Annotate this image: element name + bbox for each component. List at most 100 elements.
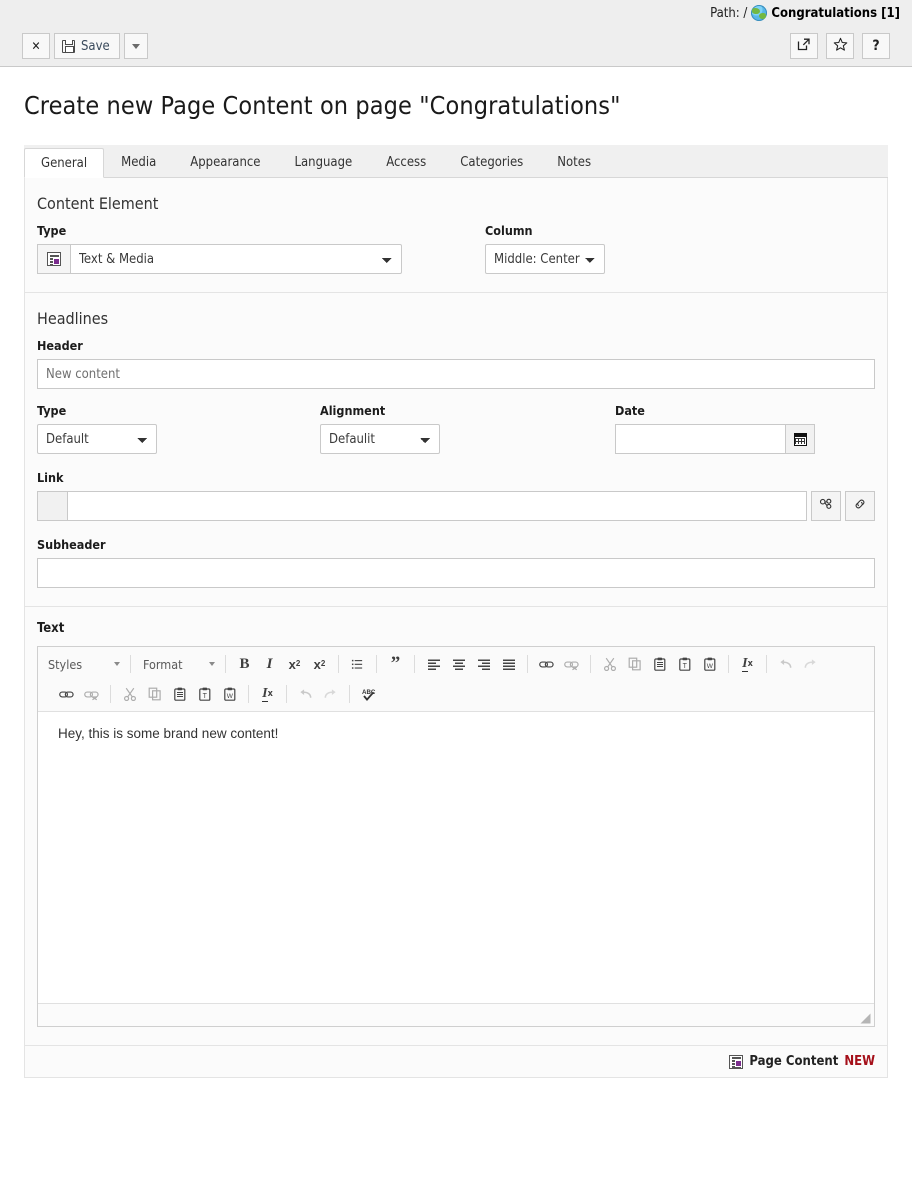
tab-categories-label: Categories: [460, 155, 524, 170]
redo-icon[interactable]: [318, 682, 343, 706]
link-icon[interactable]: [534, 652, 559, 676]
styles-dropdown-label: Styles: [48, 656, 83, 672]
breadcrumb-page: Congratulations [1]: [771, 5, 900, 21]
cut-icon[interactable]: [597, 652, 622, 676]
date-input[interactable]: [615, 424, 785, 454]
headline-type-label: Type: [37, 403, 67, 418]
date-picker-button[interactable]: [785, 424, 815, 454]
toolbar-separator: [338, 655, 339, 673]
tab-media[interactable]: Media: [104, 147, 173, 177]
page-content-icon: [729, 1054, 744, 1069]
column-label: Column: [485, 223, 533, 238]
rte-toolbar-row-2: T W Ix ABC: [42, 679, 870, 709]
tab-general[interactable]: General: [24, 148, 105, 178]
copy-icon[interactable]: [142, 682, 167, 706]
svg-text:T: T: [682, 663, 687, 670]
link-input[interactable]: [67, 491, 807, 521]
text-label: Text: [37, 621, 65, 636]
align-center-icon[interactable]: [446, 652, 471, 676]
headline-type-select[interactable]: Default: [37, 424, 157, 454]
redo-icon[interactable]: [798, 652, 823, 676]
resize-grip-icon[interactable]: [860, 1013, 871, 1024]
toolbar-separator: [130, 655, 131, 673]
bookmark-button[interactable]: [826, 33, 854, 59]
unlink-icon[interactable]: [79, 682, 104, 706]
open-in-new-button[interactable]: [790, 33, 818, 59]
rte-content-area[interactable]: Hey, this is some brand new content!: [38, 712, 874, 1004]
svg-text:ABC: ABC: [362, 689, 376, 696]
italic-icon[interactable]: I: [257, 652, 282, 676]
floppy-disk-icon: [62, 39, 75, 53]
content-type-select[interactable]: Text & Media: [70, 244, 402, 274]
spellcheck-icon[interactable]: ABC: [356, 682, 381, 706]
text-media-icon: [47, 252, 61, 266]
save-button-label: Save: [81, 38, 110, 54]
copy-icon[interactable]: [622, 652, 647, 676]
type-label: Type: [37, 223, 67, 238]
help-button[interactable]: ?: [862, 33, 890, 59]
header-label: Header: [37, 338, 83, 353]
bulleted-list-icon[interactable]: [345, 652, 370, 676]
link-wizard-button[interactable]: [845, 491, 875, 521]
link-icon[interactable]: [54, 682, 79, 706]
headline-date-group: Date: [615, 403, 815, 454]
undo-icon[interactable]: [773, 652, 798, 676]
tab-access-label: Access: [386, 155, 427, 170]
styles-dropdown[interactable]: Styles: [42, 653, 124, 675]
link-prefix-box: [37, 491, 67, 521]
superscript-icon[interactable]: x2: [307, 652, 332, 676]
record-type-label: Page Content: [749, 1054, 839, 1069]
header-input[interactable]: [37, 359, 875, 389]
date-field-group: [615, 424, 815, 454]
bold-icon[interactable]: B: [232, 652, 257, 676]
save-button[interactable]: Save: [54, 33, 120, 59]
save-dropdown-button[interactable]: [123, 33, 148, 59]
rte-toolbar-row-1: Styles Format B I x2 x2 ” T W I x: [42, 649, 870, 679]
svg-text:T: T: [202, 693, 207, 700]
remove-format-icon[interactable]: Ix: [255, 682, 280, 706]
tab-bar: General Media Appearance Language Access…: [24, 145, 888, 178]
tab-access[interactable]: Access: [369, 147, 443, 177]
paste-icon[interactable]: [647, 652, 672, 676]
caret-down-icon: [131, 43, 140, 49]
type-select-group: Text & Media: [37, 244, 402, 274]
align-justify-icon[interactable]: [496, 652, 521, 676]
unlink-icon[interactable]: [559, 652, 584, 676]
headlines-title: Headlines: [37, 309, 109, 328]
tab-categories[interactable]: Categories: [443, 147, 540, 177]
subheader-input[interactable]: [37, 558, 875, 588]
undo-icon[interactable]: [293, 682, 318, 706]
column-select[interactable]: Middle: Center: [485, 244, 605, 274]
format-dropdown[interactable]: Format: [137, 653, 219, 675]
close-icon: ✕: [31, 39, 41, 53]
link-chain-icon: [853, 497, 867, 515]
toolbar-separator: [376, 655, 377, 673]
blockquote-icon[interactable]: ”: [383, 652, 408, 676]
align-left-icon[interactable]: [421, 652, 446, 676]
toolbar-separator: [728, 655, 729, 673]
tab-appearance[interactable]: Appearance: [173, 147, 277, 177]
top-toolbar: Path: / Congratulations [1] ✕ Save ?: [0, 0, 912, 67]
tab-notes[interactable]: Notes: [540, 147, 608, 177]
form-area: Content Element Type Text & Media Column…: [24, 178, 888, 1046]
paste-from-word-icon[interactable]: W: [697, 652, 722, 676]
close-button[interactable]: ✕: [22, 33, 50, 59]
section-content-element: Content Element Type Text & Media Column…: [24, 178, 888, 293]
alignment-select[interactable]: Defaulit: [320, 424, 440, 454]
toolbar-separator: [110, 685, 111, 703]
date-label: Date: [615, 403, 645, 418]
subscript-icon[interactable]: x2: [282, 652, 307, 676]
tab-language[interactable]: Language: [277, 147, 369, 177]
rte-toolbar: Styles Format B I x2 x2 ” T W I x T W I …: [38, 647, 874, 712]
link-browse-button[interactable]: [811, 491, 841, 521]
cut-icon[interactable]: [117, 682, 142, 706]
paste-icon[interactable]: [167, 682, 192, 706]
paste-as-text-icon[interactable]: T: [672, 652, 697, 676]
remove-format-icon[interactable]: Ix: [735, 652, 760, 676]
paste-as-text-icon[interactable]: T: [192, 682, 217, 706]
link-browse-icon: [819, 497, 834, 516]
rich-text-editor: Styles Format B I x2 x2 ” T W I x T W I …: [37, 646, 875, 1027]
status-badge: NEW: [844, 1054, 875, 1069]
align-right-icon[interactable]: [471, 652, 496, 676]
paste-from-word-icon[interactable]: W: [217, 682, 242, 706]
